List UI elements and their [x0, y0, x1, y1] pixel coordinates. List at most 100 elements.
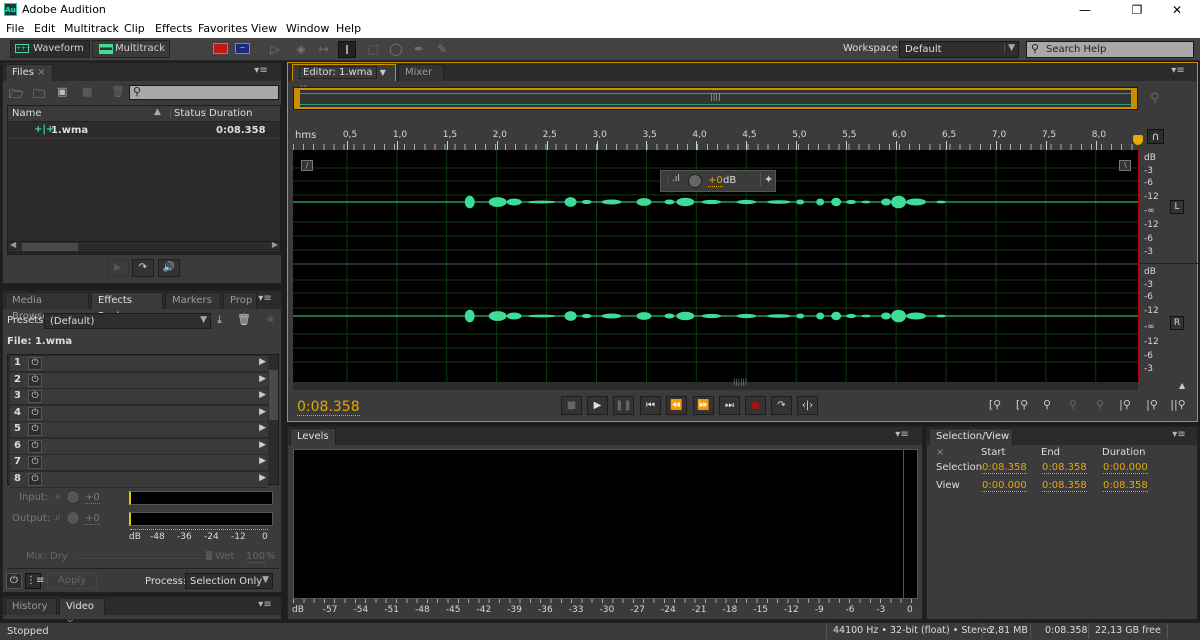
tab-effects-rack[interactable]: Effects Rack ×	[91, 292, 163, 322]
autoplay-button[interactable]: 🔊	[158, 259, 180, 277]
scroll-up-icon[interactable]: ▲	[1179, 381, 1185, 390]
menu-clip[interactable]: Clip	[124, 22, 145, 35]
fade-in-handle[interactable]: ∕	[301, 160, 313, 171]
time-ruler[interactable]: hms 0,5 1,0 1,5 2,0 2,5 3,0 3,5 4,0 4,5 5,0 5,5 6,0…	[293, 128, 1138, 150]
effect-slot[interactable]: 4 ⏻ ▶	[10, 405, 268, 422]
favorite-star-icon[interactable]: ★	[265, 312, 276, 326]
workspace-dropdown[interactable]: Default ▼	[899, 41, 1019, 58]
power-icon[interactable]: ⏻	[28, 439, 42, 453]
selection-start[interactable]: 0:08.358	[982, 462, 1027, 474]
effect-slot[interactable]: 7 ⏻ ▶	[10, 455, 268, 471]
loop-preview-button[interactable]: ↷	[132, 259, 154, 277]
show-list-icon[interactable]: ⋮≡	[25, 573, 44, 589]
files-hscrollbar[interactable]: ◀ ▶	[7, 240, 281, 253]
zoom-in-time-icon[interactable]: ⚲	[1037, 398, 1057, 414]
menu-file[interactable]: File	[6, 22, 24, 35]
search-help-input[interactable]: ⚲ Search Help	[1026, 41, 1194, 58]
tab-mixer[interactable]: Mixer	[398, 64, 444, 81]
fast-forward-button[interactable]: ⏩	[693, 396, 714, 415]
delete-preset-icon[interactable]: 🗑	[237, 313, 251, 326]
power-icon[interactable]: ⏻	[28, 456, 42, 469]
panel-menu-icon[interactable]: ▾≡	[257, 293, 273, 306]
menu-edit[interactable]: Edit	[34, 22, 55, 35]
slip-tool-icon[interactable]: ↦	[315, 41, 333, 58]
channel-left-toggle[interactable]: L	[1170, 200, 1184, 214]
waveform-display[interactable]: ∕ ∖ ⋮ .ıl +0 dB ✦	[293, 150, 1138, 382]
tab-selection-view[interactable]: Selection/View ×	[929, 428, 1013, 458]
zoom-selection-icon[interactable]: ||⚲	[1168, 398, 1188, 414]
menu-help[interactable]: Help	[336, 22, 361, 35]
grip-icon[interactable]: ⋮	[664, 174, 672, 183]
menu-favorites[interactable]: Favorites	[198, 22, 248, 35]
panel-menu-icon[interactable]: ▾≡	[1171, 429, 1187, 442]
column-name[interactable]: Name	[12, 108, 42, 119]
slot-menu-arrow-icon[interactable]: ▶	[259, 423, 266, 433]
mix-slider[interactable]	[75, 551, 212, 560]
chevron-down-icon[interactable]: ▼	[380, 68, 386, 77]
lasso-tool-icon[interactable]: ◯	[387, 41, 405, 58]
power-icon[interactable]: ⏻	[28, 373, 42, 387]
minimize-button[interactable]: —	[1062, 0, 1108, 20]
razor-tool-icon[interactable]: ◈	[292, 41, 310, 58]
record-button[interactable]: ●	[745, 396, 766, 415]
presets-dropdown[interactable]: (Default) ▼	[44, 313, 211, 329]
close-icon[interactable]: ×	[936, 447, 944, 458]
current-time-display[interactable]: 0:08.358	[297, 399, 360, 416]
close-button[interactable]: ✕	[1154, 0, 1200, 20]
zoom-in-point-out-icon[interactable]: |⚲	[1142, 398, 1162, 414]
scroll-left-icon[interactable]: ◀	[10, 240, 16, 249]
tab-video[interactable]: Video ×	[59, 598, 105, 628]
trash-icon[interactable]: 🗑	[111, 85, 125, 98]
zoom-out-full-icon[interactable]: ⚲	[1090, 398, 1110, 414]
slot-menu-arrow-icon[interactable]: ▶	[259, 456, 266, 466]
file-row[interactable]: +|+ 1.wma 0:08.358	[8, 123, 280, 139]
loop-button[interactable]: ↷	[771, 396, 792, 415]
panel-menu-icon[interactable]: ▾≡	[894, 429, 910, 442]
overview-bar[interactable]: ||||	[293, 87, 1138, 110]
zoom-in-point-in-icon[interactable]: |⚲	[1115, 398, 1135, 414]
input-gain-knob[interactable]	[66, 490, 80, 504]
effects-vscrollbar[interactable]	[269, 356, 278, 483]
overview-left-handle[interactable]	[294, 88, 300, 109]
editor-hscrollbar[interactable]: ||||||	[293, 378, 1138, 390]
effect-slot[interactable]: 8 ⏻ ▶	[10, 471, 268, 488]
panel-menu-icon[interactable]: ▾≡	[253, 65, 269, 78]
effect-slot[interactable]: 3 ⏻ ▶	[10, 389, 268, 405]
spectral-frequency-icon[interactable]	[213, 43, 228, 54]
tab-levels[interactable]: Levels ×	[290, 428, 336, 458]
volume-knob[interactable]	[688, 174, 702, 188]
time-selection-tool-icon[interactable]: I	[338, 41, 356, 58]
selection-duration[interactable]: 0:00.000	[1103, 462, 1148, 474]
power-icon[interactable]: ⏻	[28, 423, 42, 436]
tab-properties[interactable]: Prop	[223, 292, 257, 309]
rewind-button[interactable]: ⏪	[666, 396, 687, 415]
effect-slot[interactable]: 1 ⏻ ▶	[10, 356, 268, 372]
playhead-marker[interactable]	[1133, 135, 1143, 145]
wet-value[interactable]: 100	[246, 551, 266, 563]
multitrack-view-button[interactable]: Multitrack	[92, 40, 170, 58]
column-duration[interactable]: Duration	[205, 108, 252, 119]
power-icon[interactable]: ⏻	[28, 472, 42, 486]
slot-menu-arrow-icon[interactable]: ▶	[259, 440, 266, 450]
preview-play-button[interactable]: ▶	[107, 259, 129, 277]
apply-button[interactable]: Apply	[47, 573, 97, 589]
tab-editor[interactable]: Editor: 1.wma ▼ ×	[292, 64, 396, 94]
zoom-out-amplitude-icon[interactable]: [⚲	[1012, 398, 1032, 414]
panel-menu-icon[interactable]: ▾≡	[257, 599, 273, 612]
channel-right-toggle[interactable]: R	[1170, 316, 1184, 330]
pause-button[interactable]: ❚❚	[613, 396, 634, 415]
process-dropdown[interactable]: Selection Only ▼	[185, 573, 273, 589]
power-icon[interactable]: ⏻	[28, 390, 42, 403]
skip-selection-button[interactable]: ‹|›	[797, 396, 818, 415]
effect-slot[interactable]: 5 ⏻ ▶	[10, 422, 268, 438]
insert-icon[interactable]: ▩	[82, 85, 92, 98]
spectral-pitch-icon[interactable]: ~	[235, 43, 250, 54]
tab-markers[interactable]: Markers	[165, 292, 221, 309]
menu-effects[interactable]: Effects	[155, 22, 192, 35]
save-preset-icon[interactable]: ⤓	[217, 313, 222, 327]
zoom-icon[interactable]: ⚲	[1150, 91, 1160, 106]
waveform-view-button[interactable]: +++ Waveform	[10, 40, 90, 58]
go-to-end-button[interactable]: ⏭	[719, 396, 740, 415]
zoom-out-time-icon[interactable]: ⚲	[1063, 398, 1083, 414]
input-gain-value[interactable]: +0	[85, 492, 100, 504]
